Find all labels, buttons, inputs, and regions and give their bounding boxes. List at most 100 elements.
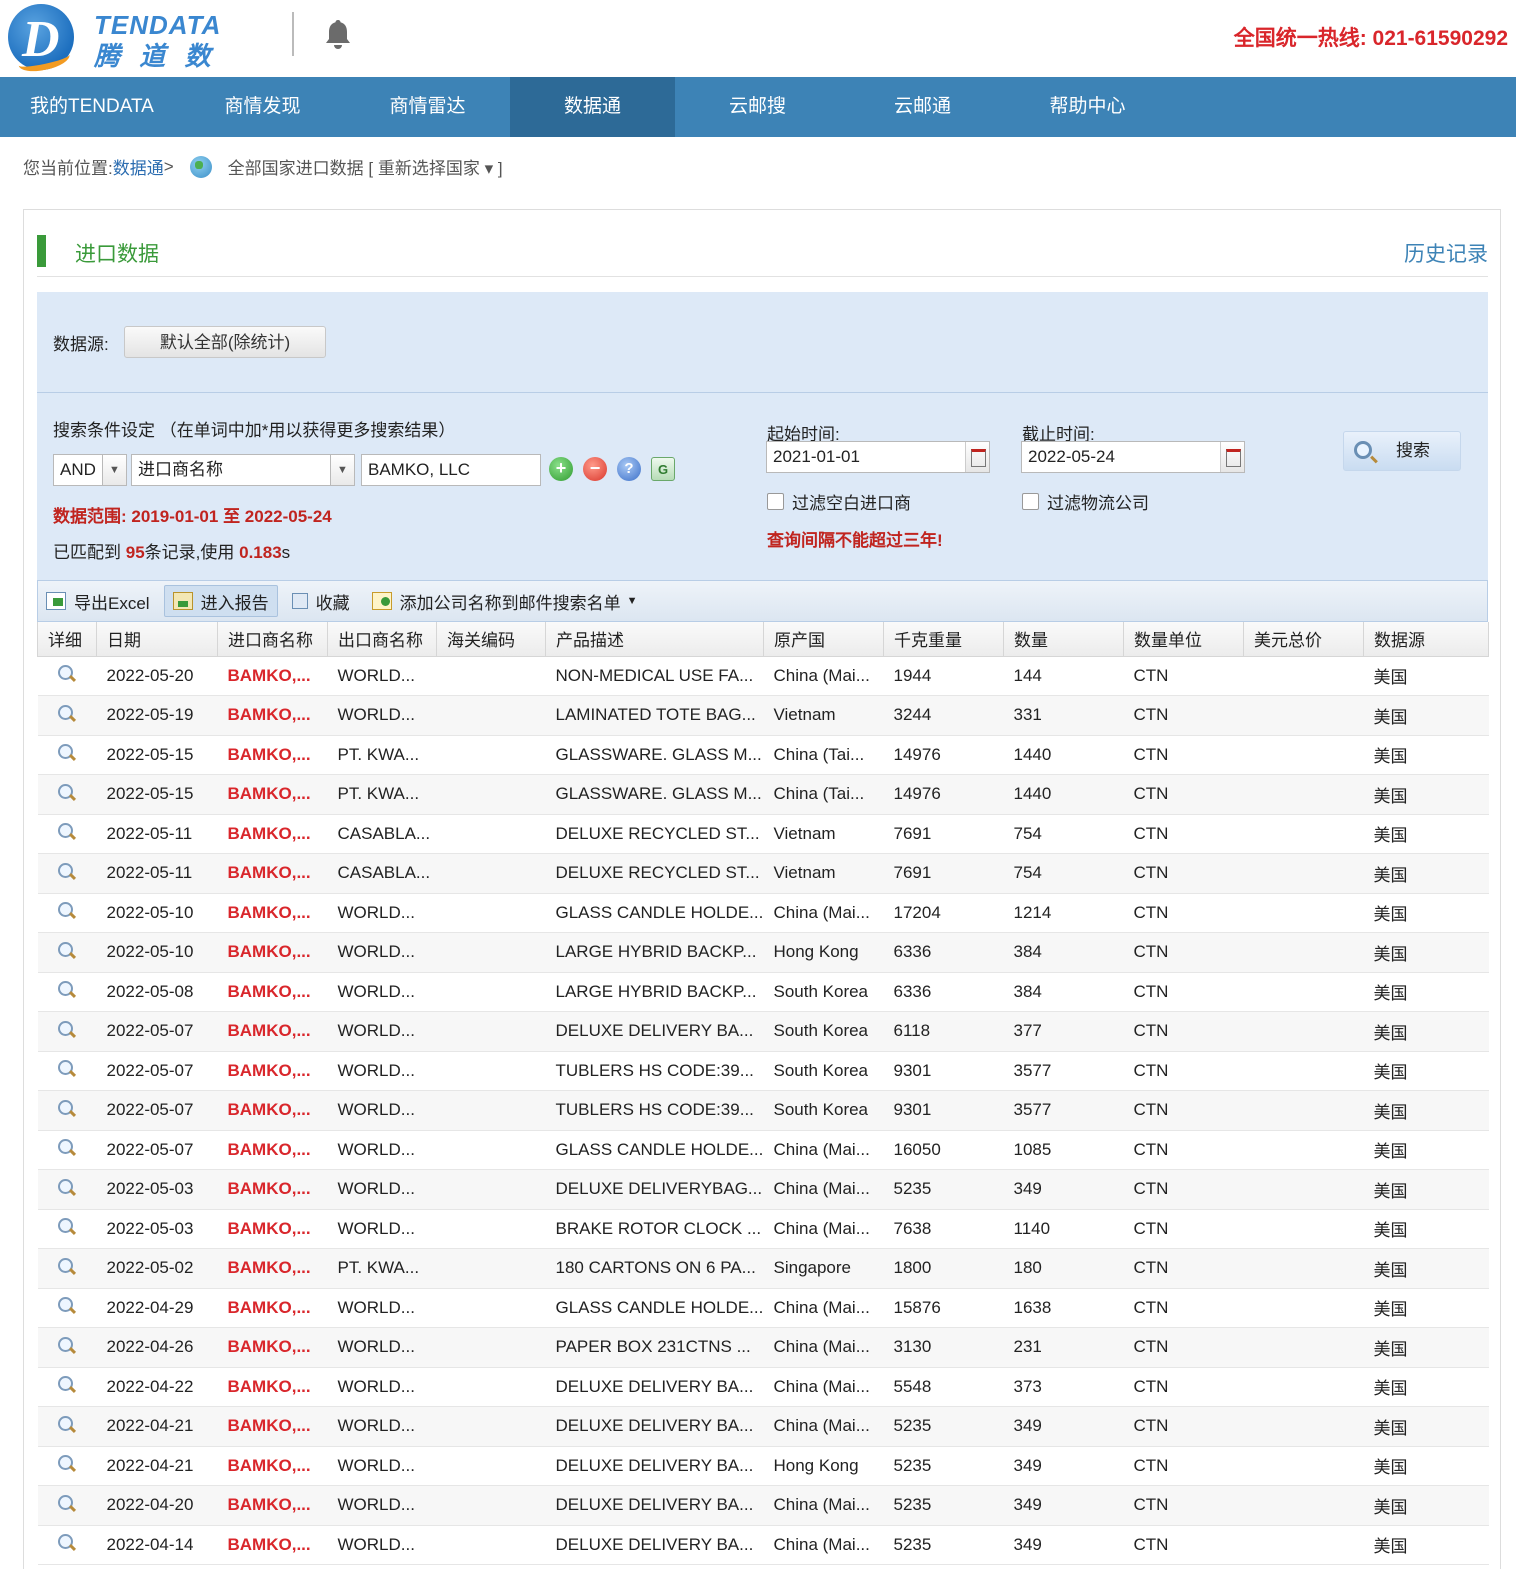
table-row[interactable]: 2022-05-11 BAMKO,... CASABLA... DELUXE RECY… bbox=[37, 853, 1489, 894]
magnifier-icon[interactable] bbox=[57, 1020, 74, 1037]
magnifier-icon[interactable] bbox=[57, 981, 74, 997]
checkbox-box[interactable] bbox=[767, 493, 784, 510]
table-row[interactable]: 2022-04-20 BAMKO,... WORLD... DELUXE DELIVE… bbox=[37, 1485, 1489, 1526]
col-source-header[interactable]: 数据源 bbox=[1363, 622, 1489, 657]
nav-my-tendata[interactable]: 我的TENDATA bbox=[0, 77, 180, 137]
col-unit-header[interactable]: 数量单位 bbox=[1123, 622, 1244, 657]
search-button[interactable]: 搜索 bbox=[1343, 431, 1461, 471]
tendata-logo[interactable]: D TENDATA 腾 道 数 据 bbox=[6, 2, 246, 108]
calendar-icon[interactable] bbox=[1220, 442, 1244, 472]
table-row[interactable]: 2022-05-10 BAMKO,... WORLD... GLASS CANDLE … bbox=[37, 893, 1489, 933]
table-row[interactable]: 2022-04-26 BAMKO,... WORLD... PAPER BOX 231… bbox=[37, 1327, 1489, 1368]
table-row[interactable]: 2022-05-02 BAMKO,... PT. KWA... 180 CARTONS… bbox=[37, 1248, 1489, 1289]
magnifier-icon[interactable] bbox=[57, 1534, 74, 1550]
nav-business-radar[interactable]: 商情雷达 bbox=[345, 77, 510, 137]
export-excel-button[interactable]: 导出Excel bbox=[38, 585, 158, 617]
col-importer-header[interactable]: 进口商名称 bbox=[217, 622, 328, 657]
table-row[interactable]: 2022-04-14 BAMKO,... WORLD... DELUXE DELIVE… bbox=[37, 1525, 1489, 1565]
magnifier-icon[interactable] bbox=[57, 744, 74, 760]
table-row[interactable]: 2022-05-11 BAMKO,... CASABLA... DELUXE RECY… bbox=[37, 814, 1489, 854]
unit-cell: CTN bbox=[1123, 1406, 1244, 1447]
col-date-header[interactable]: 日期 bbox=[96, 622, 218, 657]
filter-logistics-checkbox[interactable]: 过滤物流公司 bbox=[1022, 489, 1149, 514]
col-product-header[interactable]: 产品描述 bbox=[545, 622, 764, 657]
bell-icon[interactable] bbox=[320, 16, 356, 52]
table-row[interactable]: 2022-05-03 BAMKO,... WORLD... BRAKE ROTOR C… bbox=[37, 1209, 1489, 1249]
breadcrumb-current[interactable]: 全部国家进口数据 [ 重新选择国家 ▾ ] bbox=[228, 154, 503, 179]
table-row[interactable]: 2022-04-22 BAMKO,... WORLD... DELUXE DELIVE… bbox=[37, 1367, 1489, 1407]
table-row[interactable]: 2022-05-08 BAMKO,... WORLD... LARGE HYBRID … bbox=[37, 972, 1489, 1012]
magnifier-icon[interactable] bbox=[57, 1297, 74, 1313]
end-date-input[interactable]: 2022-05-24 bbox=[1021, 441, 1245, 473]
nav-cloud-mail[interactable]: 云邮通 bbox=[840, 77, 1005, 137]
magnifier-icon[interactable] bbox=[57, 1455, 74, 1471]
filter-blank-importer-checkbox[interactable]: 过滤空白进口商 bbox=[767, 489, 911, 514]
magnifier-icon[interactable] bbox=[57, 1099, 74, 1116]
col-origin-header[interactable]: 原产国 bbox=[763, 622, 884, 657]
table-row[interactable]: 2022-05-20 BAMKO,... WORLD... NON-MEDICAL U… bbox=[37, 656, 1489, 696]
remove-condition-icon[interactable]: − bbox=[583, 457, 607, 481]
nav-business-discovery[interactable]: 商情发现 bbox=[180, 77, 345, 137]
magnifier-icon[interactable] bbox=[57, 1139, 74, 1155]
col-weight-kg-header[interactable]: 千克重量 bbox=[883, 622, 1004, 657]
unit-cell: CTN bbox=[1123, 1169, 1244, 1210]
favorite-button[interactable]: 收藏 bbox=[284, 585, 358, 617]
product-cell: GLASSWARE. GLASS M... bbox=[545, 774, 764, 815]
magnifier-icon[interactable] bbox=[57, 1376, 74, 1392]
filter-divider bbox=[37, 392, 1488, 393]
keyword-input[interactable]: BAMKO, LLC bbox=[361, 454, 541, 486]
magnifier-icon[interactable] bbox=[57, 1060, 74, 1076]
add-condition-icon[interactable]: + bbox=[549, 457, 573, 481]
detail-cell bbox=[37, 1485, 97, 1526]
data-source-button[interactable]: 默认全部(除统计) bbox=[124, 326, 326, 358]
nav-data-access[interactable]: 数据通 bbox=[510, 77, 675, 137]
history-link[interactable]: 历史记录 bbox=[1404, 238, 1488, 268]
magnifier-icon[interactable] bbox=[57, 704, 74, 721]
table-row[interactable]: 2022-05-19 BAMKO,... WORLD... LAMINATED TOT… bbox=[37, 695, 1489, 736]
enter-report-button[interactable]: 进入报告 bbox=[163, 585, 278, 617]
table-row[interactable]: 2022-05-10 BAMKO,... WORLD... LARGE HYBRID … bbox=[37, 932, 1489, 973]
magnifier-icon[interactable] bbox=[57, 1415, 74, 1432]
table-row[interactable]: 2022-05-15 BAMKO,... PT. KWA... GLASSWARE. … bbox=[37, 774, 1489, 815]
table-row[interactable]: 2022-05-07 BAMKO,... WORLD... TUBLERS HS CO… bbox=[37, 1051, 1489, 1091]
magnifier-icon[interactable] bbox=[57, 902, 74, 918]
quantity-cell: 373 bbox=[1003, 1367, 1124, 1407]
table-row[interactable]: 2022-04-21 BAMKO,... WORLD... DELUXE DELIVE… bbox=[37, 1446, 1489, 1486]
magnifier-icon[interactable] bbox=[57, 823, 74, 839]
table-row[interactable]: 2022-05-07 BAMKO,... WORLD... DELUXE DELIVE… bbox=[37, 1011, 1489, 1052]
magnifier-icon[interactable] bbox=[57, 1218, 74, 1234]
col-exporter-header[interactable]: 出口商名称 bbox=[327, 622, 437, 657]
magnifier-icon[interactable] bbox=[57, 1178, 74, 1195]
breadcrumb-link[interactable]: 数据通 bbox=[113, 154, 164, 179]
calendar-icon[interactable] bbox=[965, 442, 989, 472]
col-quantity-header[interactable]: 数量 bbox=[1003, 622, 1124, 657]
checkbox-box[interactable] bbox=[1022, 493, 1039, 510]
col-detail-header[interactable]: 详细 bbox=[37, 622, 97, 657]
logic-select[interactable]: AND ▼ bbox=[53, 454, 127, 486]
magnifier-icon[interactable] bbox=[57, 783, 74, 800]
weight-cell: 9301 bbox=[883, 1090, 1004, 1131]
start-date-input[interactable]: 2021-01-01 bbox=[766, 441, 990, 473]
magnifier-icon[interactable] bbox=[57, 1257, 74, 1274]
magnifier-icon[interactable] bbox=[57, 1494, 74, 1511]
usd-total-cell bbox=[1243, 1525, 1364, 1565]
magnifier-icon[interactable] bbox=[57, 941, 74, 958]
table-row[interactable]: 2022-04-29 BAMKO,... WORLD... GLASS CANDLE … bbox=[37, 1288, 1489, 1328]
translate-icon[interactable]: G bbox=[651, 457, 675, 481]
table-row[interactable]: 2022-05-15 BAMKO,... PT. KWA... GLASSWARE. … bbox=[37, 735, 1489, 775]
magnifier-icon[interactable] bbox=[57, 665, 74, 681]
table-row[interactable]: 2022-05-03 BAMKO,... WORLD... DELUXE DELIVE… bbox=[37, 1169, 1489, 1210]
magnifier-icon[interactable] bbox=[57, 1336, 74, 1353]
field-select[interactable]: 进口商名称 ▼ bbox=[131, 454, 355, 486]
col-usd-total-header[interactable]: 美元总价 bbox=[1243, 622, 1364, 657]
magnifier-icon[interactable] bbox=[57, 862, 74, 879]
help-icon[interactable]: ? bbox=[617, 457, 641, 481]
table-row[interactable]: 2022-04-21 BAMKO,... WORLD... DELUXE DELIVE… bbox=[37, 1406, 1489, 1447]
table-row[interactable]: 2022-05-07 BAMKO,... WORLD... GLASS CANDLE … bbox=[37, 1130, 1489, 1170]
col-hs-code-header[interactable]: 海关编码 bbox=[436, 622, 546, 657]
nav-cloud-mail-search[interactable]: 云邮搜 bbox=[675, 77, 840, 137]
add-to-mail-list-button[interactable]: 添加公司名称到邮件搜索名单 ▼ bbox=[364, 585, 646, 617]
table-row[interactable]: 2022-05-07 BAMKO,... WORLD... TUBLERS HS CO… bbox=[37, 1090, 1489, 1131]
nav-help-center[interactable]: 帮助中心 bbox=[1005, 77, 1170, 137]
date-cell: 2022-05-11 bbox=[96, 853, 218, 894]
